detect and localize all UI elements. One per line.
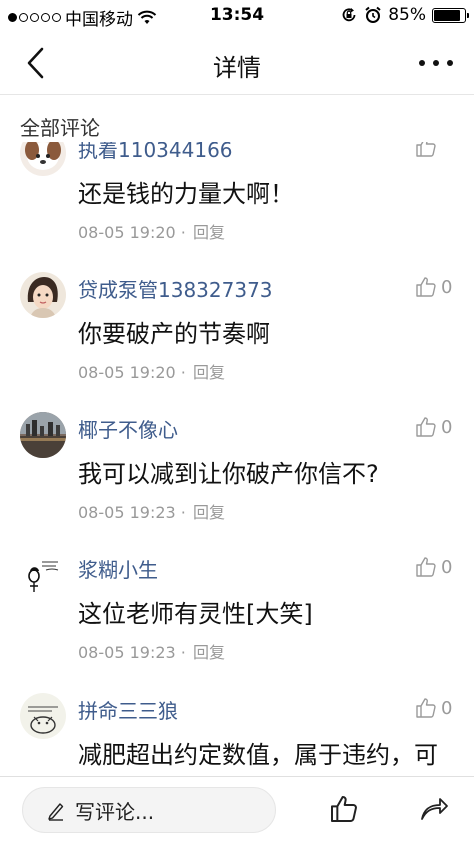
like-count: 0 xyxy=(441,556,453,578)
comment-meta: 08-05 19:20 · 回复 xyxy=(78,219,225,243)
thumbs-up-icon[interactable] xyxy=(328,793,360,825)
reply-link[interactable]: 回复 xyxy=(193,503,225,522)
reply-link[interactable]: 回复 xyxy=(193,223,225,242)
comment-text: 这位老师有灵性[大笑] xyxy=(78,600,313,628)
comment-list[interactable]: 执着110344166 还是钱的力量大啊！ 08-05 19:20 · 回复 贷… xyxy=(0,142,474,776)
like-button[interactable]: 0 xyxy=(414,695,452,721)
like-count: 0 xyxy=(441,416,453,438)
thumbs-up-icon xyxy=(416,698,436,718)
status-right: 85% xyxy=(340,5,469,25)
like-count: 0 xyxy=(441,276,453,298)
comment-text: 还是钱的力量大啊！ xyxy=(78,180,294,208)
thumbs-up-icon xyxy=(416,417,436,437)
like-button[interactable]: 0 xyxy=(414,274,452,300)
thumbs-up-icon xyxy=(416,277,436,297)
avatar[interactable] xyxy=(20,412,66,458)
meta-separator: · xyxy=(180,503,191,522)
avatar[interactable] xyxy=(20,693,66,739)
section-title: 全部评论 xyxy=(20,116,100,140)
share-icon[interactable] xyxy=(418,793,450,825)
meta-separator: · xyxy=(180,643,191,662)
comment-username[interactable]: 椰子不像心 xyxy=(78,414,178,443)
rotation-lock-icon xyxy=(342,8,356,22)
comment-username[interactable]: 执着110344166 xyxy=(78,142,233,163)
comment-meta: 08-05 19:23 · 回复 xyxy=(78,499,225,523)
meta-separator: · xyxy=(180,363,191,382)
like-button[interactable]: 0 xyxy=(414,554,452,580)
comment-meta: 08-05 19:20 · 回复 xyxy=(78,359,225,383)
like-button[interactable] xyxy=(414,142,441,160)
comment-time: 08-05 19:23 xyxy=(78,503,176,522)
status-bar: 中国移动 13:54 85% xyxy=(0,0,474,32)
comment-username[interactable]: 浆糊小生 xyxy=(78,554,158,583)
comment-time: 08-05 19:20 xyxy=(78,223,176,242)
write-comment-placeholder: 写评论... xyxy=(75,799,155,824)
pencil-icon xyxy=(48,803,64,821)
comment-time: 08-05 19:23 xyxy=(78,643,176,662)
reply-link[interactable]: 回复 xyxy=(193,643,225,662)
alarm-icon xyxy=(365,6,381,23)
reply-link[interactable]: 回复 xyxy=(193,363,225,382)
comment-username[interactable]: 拼命三三狼 xyxy=(78,695,178,724)
comment-text: 我可以减到让你破产你信不? xyxy=(78,460,379,488)
bottom-bar: 写评论... xyxy=(0,776,474,842)
write-comment-input[interactable]: 写评论... xyxy=(22,787,276,833)
comment-meta: 08-05 19:23 · 回复 xyxy=(78,639,225,663)
comment-text: 减肥超出约定数值，属于违约，可 xyxy=(78,741,438,769)
meta-separator: · xyxy=(180,223,191,242)
comment-text: 你要破产的节奏啊 xyxy=(78,320,270,348)
nav-bar: 详情 xyxy=(0,32,474,95)
like-count: 0 xyxy=(441,697,453,719)
avatar[interactable] xyxy=(20,272,66,318)
page-title: 详情 xyxy=(213,54,261,82)
battery-icon xyxy=(432,7,469,23)
avatar[interactable] xyxy=(20,142,66,176)
more-dots-icon[interactable] xyxy=(416,48,456,78)
thumbs-up-icon xyxy=(416,557,436,577)
comment-username[interactable]: 贷成泵管138327373 xyxy=(78,274,273,303)
comment-time: 08-05 19:20 xyxy=(78,363,176,382)
avatar[interactable] xyxy=(20,552,66,598)
battery-percent: 85% xyxy=(388,5,426,25)
like-button[interactable]: 0 xyxy=(414,414,452,440)
thumbs-up-icon xyxy=(416,142,436,157)
